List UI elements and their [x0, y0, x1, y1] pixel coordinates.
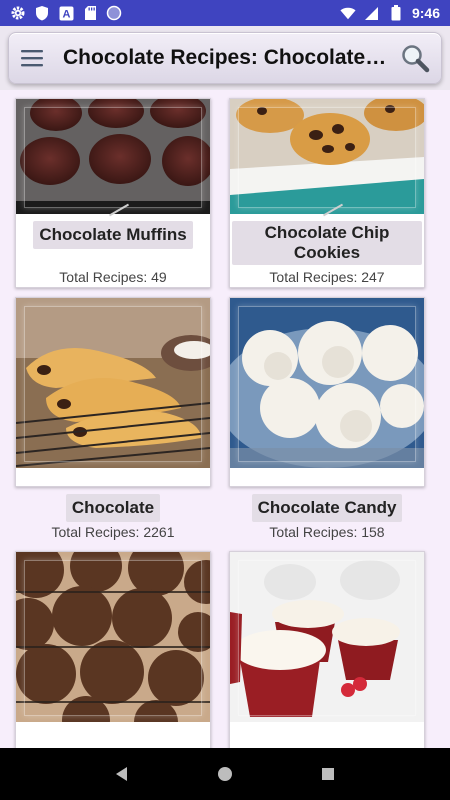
recipe-count: Total Recipes: 158 — [269, 524, 385, 540]
back-button[interactable] — [102, 754, 142, 794]
status-right-icons: 9:46 — [340, 5, 440, 21]
recents-square-icon — [322, 768, 335, 780]
status-time: 9:46 — [411, 5, 440, 21]
recipe-count: Total Recipes: 247 — [269, 269, 385, 285]
red-velvet-cupcakes-image — [230, 552, 424, 722]
chocolate-muffins-image — [16, 99, 210, 214]
status-left-icons: A — [10, 5, 122, 21]
category-title: Chocolate — [65, 494, 161, 522]
category-grid: Chocolate Muffins Total Recipes: 49 Choc… — [0, 90, 450, 748]
circle-icon — [106, 5, 122, 21]
category-card-chocolate-chip-cookies[interactable]: Chocolate Chip Cookies Total Recipes: 24… — [229, 98, 425, 288]
menu-button[interactable] — [17, 43, 47, 73]
category-card-5[interactable] — [15, 551, 211, 748]
battery-icon — [388, 5, 404, 21]
home-circle-icon — [217, 767, 232, 781]
search-button[interactable] — [397, 40, 433, 76]
chocolate-chip-cookies-image — [230, 99, 424, 214]
wifi-icon — [340, 5, 356, 21]
status-bar: A 9:46 — [0, 0, 450, 26]
shield-icon — [34, 5, 50, 21]
app-title: Chocolate Recipes: Chocolate Recipes — [63, 46, 391, 69]
svg-text:A: A — [62, 8, 70, 20]
category-card-6[interactable] — [229, 551, 425, 748]
back-triangle-icon — [115, 767, 127, 781]
toolbar-panel: Chocolate Recipes: Chocolate Recipes — [8, 32, 442, 84]
chocolate-candy-image — [230, 298, 424, 468]
recipe-count: Total Recipes: 2261 — [51, 524, 175, 540]
category-card-chocolate-candy[interactable]: Chocolate Candy Total Recipes: 158 — [229, 297, 425, 540]
recipe-count: Total Recipes: 49 — [59, 269, 167, 285]
sd-card-icon — [82, 5, 98, 21]
chocolate-cookies-image — [16, 552, 210, 722]
category-card-chocolate[interactable]: Chocolate Total Recipes: 2261 — [15, 297, 211, 540]
a-letter-icon: A — [58, 5, 74, 21]
search-icon — [402, 45, 430, 73]
category-title: Chocolate Candy — [251, 494, 403, 522]
navigation-bar — [0, 748, 450, 800]
signal-icon — [364, 5, 380, 21]
category-card-chocolate-muffins[interactable]: Chocolate Muffins Total Recipes: 49 — [15, 98, 211, 288]
recents-button[interactable] — [308, 754, 348, 794]
home-button[interactable] — [205, 754, 245, 794]
chocolate-croissant-image — [16, 298, 210, 468]
category-title: Chocolate Chip Cookies — [232, 221, 422, 265]
hamburger-menu-icon — [21, 50, 43, 67]
app-toolbar: Chocolate Recipes: Chocolate Recipes — [0, 26, 450, 90]
gear-icon — [10, 5, 26, 21]
category-title: Chocolate Muffins — [33, 221, 193, 249]
